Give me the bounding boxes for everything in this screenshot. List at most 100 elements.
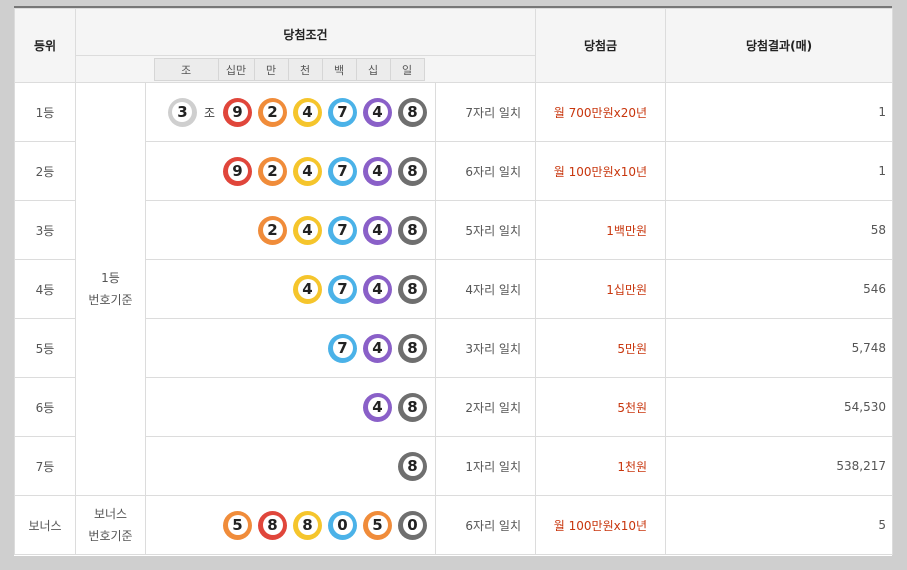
- table-row: 7등 8 1자리 일치 1천원 538,217: [14, 436, 894, 496]
- number-ball: 7: [328, 274, 357, 304]
- basis-first-cell: 1등 번호기준: [75, 82, 146, 496]
- ball-digit: 4: [297, 102, 318, 122]
- ball-digit: 7: [332, 161, 353, 181]
- ball-digit: 4: [367, 220, 388, 240]
- winning-numbers-cell: 748: [145, 318, 436, 378]
- prize-cell: 1백만원: [535, 200, 667, 260]
- prize-cell: 1십만원: [535, 259, 667, 319]
- number-ball: 4: [363, 215, 392, 245]
- prize-cell: 1천원: [535, 436, 667, 496]
- table-row: 6등 4 8 2자리 일치 5천원 54,530: [14, 377, 894, 437]
- ball-digit: 5: [227, 515, 248, 535]
- ball-group: 924748: [223, 156, 427, 186]
- table-row: 2등 9 2 4 7 4 8 6자리 일치 월 100만원x10년 1: [14, 141, 894, 201]
- table-row: 5등 7 4 8 3자리 일치 5만원 5,748: [14, 318, 894, 378]
- number-ball: 8: [258, 510, 287, 540]
- match-cell: 6자리 일치: [434, 141, 537, 201]
- ball-digit: 8: [297, 515, 318, 535]
- result-count-cell: 1: [665, 141, 894, 201]
- ball-digit: 8: [402, 338, 423, 358]
- ball-digit: 8: [262, 515, 283, 535]
- prize-cell: 월 100만원x10년: [535, 495, 667, 555]
- result-count-cell: 538,217: [665, 436, 894, 496]
- result-count-cell: 1: [665, 82, 894, 142]
- rank-cell: 7등: [14, 436, 76, 496]
- number-ball: 5: [363, 510, 392, 540]
- ball-digit: 4: [367, 338, 388, 358]
- ball-digit: 5: [367, 515, 388, 535]
- ball-digit: 8: [402, 456, 423, 476]
- number-ball: 4: [363, 392, 392, 422]
- ball-digit: 4: [367, 102, 388, 122]
- result-count-cell: 5,748: [665, 318, 894, 378]
- unit-label: 천: [287, 57, 323, 81]
- number-ball: 8: [398, 392, 427, 422]
- number-ball: 8: [398, 274, 427, 304]
- prize-table: 등위 당첨조건 당첨금 당첨결과(매) 조 십만 만 천 백 십 일 1등 1등…: [14, 8, 894, 555]
- result-count-cell: 58: [665, 200, 894, 260]
- result-count-cell: 546: [665, 259, 894, 319]
- match-cell: 4자리 일치: [434, 259, 537, 319]
- ball-digit: 9: [227, 161, 248, 181]
- rank-cell: 보너스: [14, 495, 76, 555]
- table-row: 1등 1등 번호기준 3 조 9 2 4 7 4 8 7자리 일치 월 700만원x20년 1: [14, 82, 894, 496]
- number-ball: 4: [363, 97, 392, 127]
- table-row: 3등 2 4 7 4 8 5자리 일치 1백만원 58: [14, 200, 894, 260]
- number-ball: 3: [167, 97, 197, 127]
- ball-digit: 4: [297, 220, 318, 240]
- unit-label: 십만: [217, 57, 255, 81]
- table-row: 보너스 보너스 번호기준 5 8 8 0 5 0 6자리 일치 월 100만원x10년 5: [14, 495, 894, 555]
- number-ball: 9: [223, 97, 252, 127]
- header-condition: 당첨조건: [74, 8, 537, 56]
- number-ball: 4: [293, 215, 322, 245]
- match-cell: 5자리 일치: [434, 200, 537, 260]
- ball-digit: 0: [402, 515, 423, 535]
- ball-digit: 8: [402, 279, 423, 299]
- number-ball: 7: [328, 215, 357, 245]
- rank-cell: 4등: [14, 259, 76, 319]
- ball-digit: 8: [402, 161, 423, 181]
- number-ball: 8: [398, 333, 427, 363]
- unit-label: 백: [321, 57, 357, 81]
- rank-cell: 3등: [14, 200, 76, 260]
- number-ball: 4: [363, 333, 392, 363]
- ball-digit: 2: [262, 161, 283, 181]
- ball-digit: 8: [402, 220, 423, 240]
- number-ball: 7: [328, 333, 357, 363]
- header-result: 당첨결과(매): [665, 8, 894, 83]
- ball-digit: 4: [297, 161, 318, 181]
- winning-numbers-cell: 48: [145, 377, 436, 437]
- ball-group: 24748: [258, 215, 427, 245]
- match-cell: 7자리 일치: [434, 82, 537, 142]
- result-count-cell: 54,530: [665, 377, 894, 437]
- ball-digit: 0: [332, 515, 353, 535]
- ball-digit: 7: [332, 279, 353, 299]
- ball-digit: 9: [227, 102, 248, 122]
- prize-cell: 월 100만원x10년: [535, 141, 667, 201]
- rank-cell: 6등: [14, 377, 76, 437]
- number-ball: 7: [328, 97, 357, 127]
- ball-digit: 7: [332, 102, 353, 122]
- rank-cell: 2등: [14, 141, 76, 201]
- ball-digit: 2: [262, 102, 283, 122]
- number-ball: 0: [398, 510, 427, 540]
- prize-table-body: 1등 1등 번호기준 3 조 9 2 4 7 4 8 7자리 일치 월 700만원x20년 1 2등 9 2 4…: [14, 82, 894, 555]
- ball-digit: 4: [367, 279, 388, 299]
- winning-numbers-cell: 924748: [145, 141, 436, 201]
- number-ball: 8: [398, 97, 427, 127]
- ball-group: 4748: [293, 274, 427, 304]
- basis-bonus-cell: 보너스 번호기준: [75, 495, 146, 555]
- winning-numbers-cell: 8: [145, 436, 436, 496]
- winning-numbers-cell: 588050: [145, 495, 436, 555]
- ball-group: 48: [363, 392, 427, 422]
- ball-group: 3조924748: [167, 97, 427, 127]
- jo-unit-label: 조: [203, 105, 215, 120]
- number-ball: 2: [258, 97, 287, 127]
- table-row: 4등 4 7 4 8 4자리 일치 1십만원 546: [14, 259, 894, 319]
- ball-digit: 4: [297, 279, 318, 299]
- ball-group: 588050: [223, 510, 427, 540]
- prize-table-panel: 등위 당첨조건 당첨금 당첨결과(매) 조 십만 만 천 백 십 일 1등 1등…: [14, 6, 894, 556]
- number-ball: 4: [363, 156, 392, 186]
- number-ball: 4: [293, 274, 322, 304]
- number-ball: 8: [398, 451, 427, 481]
